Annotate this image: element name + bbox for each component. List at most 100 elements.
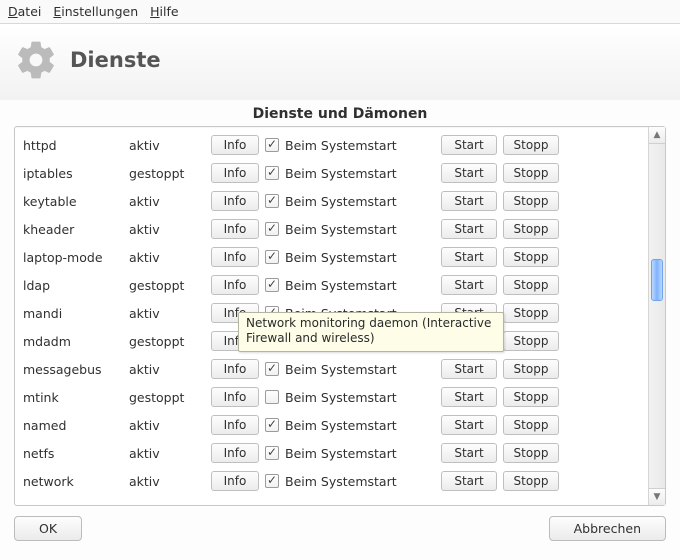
service-row: keytableaktivInfoBeim SystemstartStartSt…: [19, 187, 644, 215]
stop-button[interactable]: Stopp: [503, 135, 559, 155]
stop-button[interactable]: Stopp: [503, 471, 559, 491]
info-button[interactable]: Info: [211, 387, 259, 407]
info-button[interactable]: Info: [211, 191, 259, 211]
service-status: aktiv: [129, 250, 205, 265]
boot-checkbox-wrap[interactable]: Beim Systemstart: [265, 446, 435, 461]
boot-label: Beim Systemstart: [285, 278, 397, 293]
start-button[interactable]: Start: [441, 163, 497, 183]
service-name: laptop-mode: [23, 250, 123, 265]
menu-settings[interactable]: Einstellungen: [53, 4, 138, 19]
tooltip: Network monitoring daemon (Interactive F…: [238, 312, 504, 352]
service-status: gestoppt: [129, 166, 205, 181]
service-name: mtink: [23, 390, 123, 405]
cancel-button[interactable]: Abbrechen: [549, 516, 666, 541]
stop-button[interactable]: Stopp: [503, 191, 559, 211]
stop-button[interactable]: Stopp: [503, 443, 559, 463]
boot-checkbox[interactable]: [265, 138, 279, 152]
boot-checkbox[interactable]: [265, 166, 279, 180]
info-button[interactable]: Info: [211, 219, 259, 239]
stop-button[interactable]: Stopp: [503, 247, 559, 267]
stop-button[interactable]: Stopp: [503, 275, 559, 295]
page-header: Dienste: [0, 24, 680, 100]
info-button[interactable]: Info: [211, 247, 259, 267]
boot-checkbox[interactable]: [265, 250, 279, 264]
boot-checkbox[interactable]: [265, 362, 279, 376]
ok-button[interactable]: OK: [14, 516, 82, 541]
info-button[interactable]: Info: [211, 471, 259, 491]
service-name: ldap: [23, 278, 123, 293]
service-status: gestoppt: [129, 278, 205, 293]
stop-button[interactable]: Stopp: [503, 303, 559, 323]
menu-file[interactable]: Datei: [8, 4, 41, 19]
service-row: mtinkgestopptInfoBeim SystemstartStartSt…: [19, 383, 644, 411]
service-row: netfsaktivInfoBeim SystemstartStartStopp: [19, 439, 644, 467]
start-button[interactable]: Start: [441, 443, 497, 463]
gear-icon: [14, 38, 58, 82]
stop-button[interactable]: Stopp: [503, 359, 559, 379]
boot-checkbox[interactable]: [265, 390, 279, 404]
boot-checkbox[interactable]: [265, 474, 279, 488]
boot-label: Beim Systemstart: [285, 138, 397, 153]
stop-button[interactable]: Stopp: [503, 331, 559, 351]
boot-label: Beim Systemstart: [285, 250, 397, 265]
stop-button[interactable]: Stopp: [503, 387, 559, 407]
stop-button[interactable]: Stopp: [503, 219, 559, 239]
start-button[interactable]: Start: [441, 359, 497, 379]
page-title: Dienste: [70, 48, 161, 72]
service-row: networkaktivInfoBeim SystemstartStartSto…: [19, 467, 644, 495]
service-name: httpd: [23, 138, 123, 153]
boot-label: Beim Systemstart: [285, 166, 397, 181]
boot-checkbox-wrap[interactable]: Beim Systemstart: [265, 362, 435, 377]
info-button[interactable]: Info: [211, 135, 259, 155]
start-button[interactable]: Start: [441, 415, 497, 435]
service-name: mdadm: [23, 334, 123, 349]
service-name: network: [23, 474, 123, 489]
service-status: aktiv: [129, 194, 205, 209]
scroll-thumb[interactable]: [651, 259, 663, 301]
boot-checkbox-wrap[interactable]: Beim Systemstart: [265, 138, 435, 153]
start-button[interactable]: Start: [441, 191, 497, 211]
start-button[interactable]: Start: [441, 387, 497, 407]
boot-checkbox-wrap[interactable]: Beim Systemstart: [265, 474, 435, 489]
boot-label: Beim Systemstart: [285, 194, 397, 209]
boot-label: Beim Systemstart: [285, 418, 397, 433]
start-button[interactable]: Start: [441, 275, 497, 295]
service-row: httpdaktivInfoBeim SystemstartStartStopp: [19, 131, 644, 159]
scrollbar[interactable]: ▲ ▼: [648, 127, 665, 505]
service-name: messagebus: [23, 362, 123, 377]
info-button[interactable]: Info: [211, 275, 259, 295]
boot-checkbox-wrap[interactable]: Beim Systemstart: [265, 418, 435, 433]
boot-checkbox[interactable]: [265, 278, 279, 292]
boot-checkbox-wrap[interactable]: Beim Systemstart: [265, 390, 435, 405]
boot-checkbox[interactable]: [265, 222, 279, 236]
start-button[interactable]: Start: [441, 247, 497, 267]
boot-checkbox-wrap[interactable]: Beim Systemstart: [265, 194, 435, 209]
info-button[interactable]: Info: [211, 443, 259, 463]
scroll-track[interactable]: [649, 144, 665, 488]
menu-help[interactable]: Hilfe: [150, 4, 178, 19]
boot-checkbox-wrap[interactable]: Beim Systemstart: [265, 278, 435, 293]
scroll-up-button[interactable]: ▲: [649, 127, 665, 144]
info-button[interactable]: Info: [211, 415, 259, 435]
boot-checkbox-wrap[interactable]: Beim Systemstart: [265, 166, 435, 181]
service-status: aktiv: [129, 362, 205, 377]
stop-button[interactable]: Stopp: [503, 415, 559, 435]
boot-checkbox[interactable]: [265, 446, 279, 460]
start-button[interactable]: Start: [441, 471, 497, 491]
scroll-down-button[interactable]: ▼: [649, 488, 665, 505]
footer: OK Abbrechen: [0, 506, 680, 551]
service-name: iptables: [23, 166, 123, 181]
info-button[interactable]: Info: [211, 359, 259, 379]
boot-checkbox-wrap[interactable]: Beim Systemstart: [265, 222, 435, 237]
boot-checkbox-wrap[interactable]: Beim Systemstart: [265, 250, 435, 265]
info-button[interactable]: Info: [211, 163, 259, 183]
start-button[interactable]: Start: [441, 135, 497, 155]
boot-checkbox[interactable]: [265, 194, 279, 208]
service-row: namedaktivInfoBeim SystemstartStartStopp: [19, 411, 644, 439]
boot-checkbox[interactable]: [265, 418, 279, 432]
stop-button[interactable]: Stopp: [503, 163, 559, 183]
start-button[interactable]: Start: [441, 219, 497, 239]
service-row: messagebus aktiv Info Beim Systemstart Start…: [19, 355, 644, 383]
boot-label: Beim Systemstart: [285, 474, 397, 489]
service-row: iptables gestoppt Info Beim Systemstart Star…: [19, 159, 644, 187]
